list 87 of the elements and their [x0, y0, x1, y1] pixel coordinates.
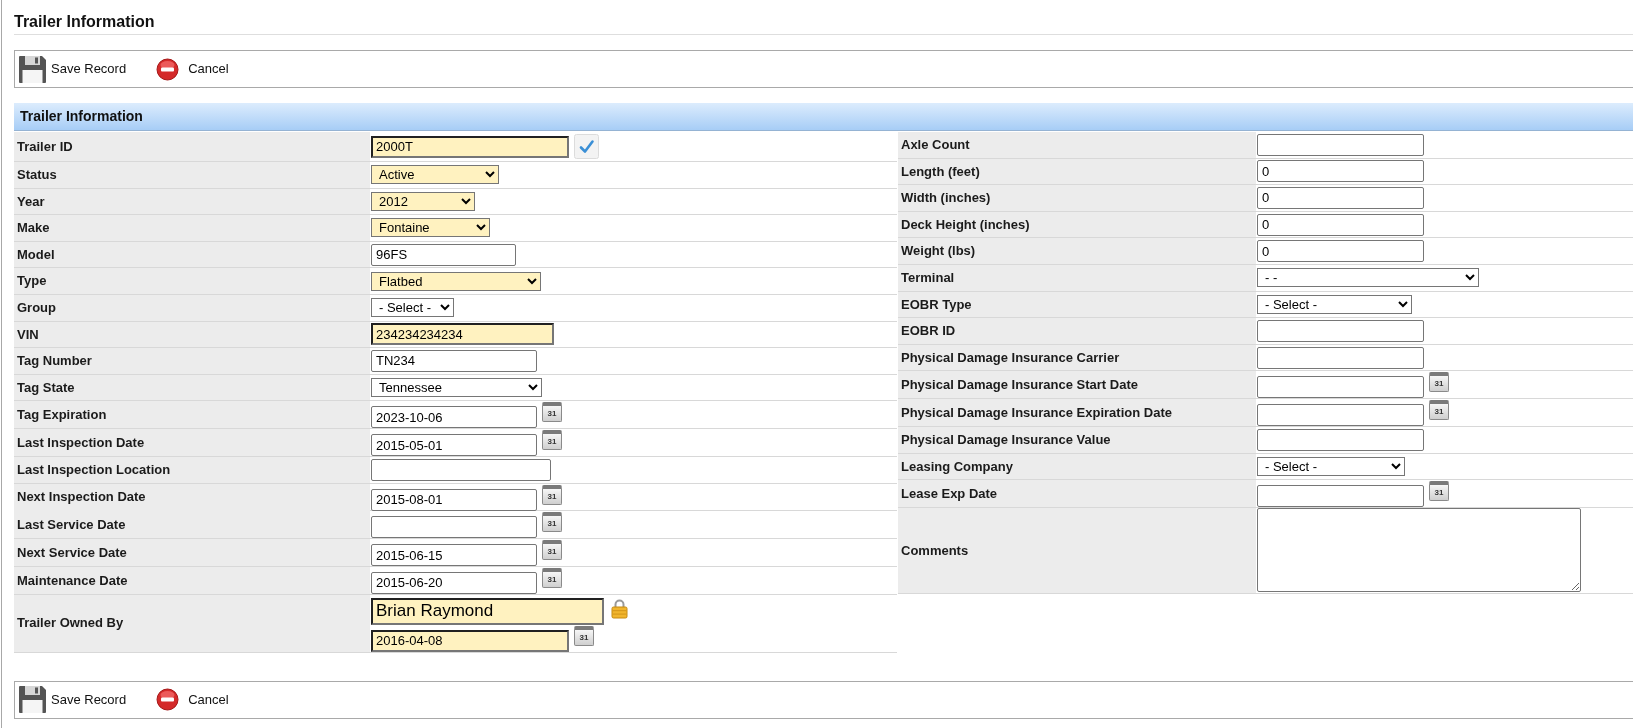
date-input[interactable]: [1257, 404, 1424, 427]
field-label: Next Inspection Date: [14, 483, 370, 511]
text-input[interactable]: 0: [1257, 213, 1424, 236]
dropdown[interactable]: - -: [1257, 268, 1479, 288]
field-label: Physical Damage Insurance Carrier: [898, 344, 1256, 371]
field-label: Group: [14, 294, 370, 321]
field-label: Last Inspection Date: [14, 429, 370, 457]
dropdown[interactable]: - Select -: [371, 298, 454, 318]
cancel-button[interactable]: Cancel: [156, 688, 229, 712]
save-button[interactable]: Save Record: [18, 54, 127, 84]
text-input[interactable]: [1257, 428, 1424, 451]
field-label: Next Service Date: [14, 539, 370, 567]
calendar-button[interactable]: 31: [542, 567, 562, 588]
field-label: VIN: [14, 321, 370, 348]
date-input[interactable]: 2016-04-08: [371, 629, 569, 652]
text-input[interactable]: 0: [1257, 240, 1424, 263]
field-label: Deck Height (inches): [898, 211, 1256, 238]
field-label: Comments: [898, 507, 1256, 593]
calendar-button[interactable]: 31: [574, 625, 594, 646]
dropdown[interactable]: Active: [371, 165, 499, 185]
field-label: Last Inspection Location: [14, 456, 370, 483]
field-label: Axle Count: [898, 132, 1256, 158]
text-input[interactable]: TN234: [371, 349, 537, 372]
dropdown[interactable]: - Select -: [1257, 456, 1405, 476]
field-label: Leasing Company: [898, 453, 1256, 480]
field-label: Status: [14, 162, 370, 188]
save-button[interactable]: Save Record: [18, 685, 127, 715]
text-input[interactable]: [1257, 319, 1424, 342]
calendar-button[interactable]: 31: [542, 402, 562, 423]
field-label: Tag Number: [14, 348, 370, 374]
calendar-button[interactable]: 31: [1429, 481, 1449, 502]
field-label: Type: [14, 268, 370, 294]
padlock-icon[interactable]: [611, 597, 628, 619]
date-input[interactable]: [1257, 376, 1424, 399]
calendar-button[interactable]: 31: [542, 512, 562, 533]
dropdown[interactable]: Fontaine: [371, 218, 490, 238]
calendar-button[interactable]: 31: [542, 430, 562, 451]
field-label: EOBR Type: [898, 291, 1256, 318]
calendar-button[interactable]: 31: [1429, 372, 1449, 393]
field-label: Maintenance Date: [14, 566, 370, 594]
date-input[interactable]: [371, 516, 537, 539]
field-label: Physical Damage Insurance Start Date: [898, 371, 1256, 399]
date-input[interactable]: 2015-06-15: [371, 544, 537, 567]
date-input[interactable]: [1257, 485, 1424, 508]
field-label: Trailer Owned By: [14, 594, 370, 652]
field-label: Lease Exp Date: [898, 480, 1256, 508]
text-input[interactable]: [1257, 133, 1424, 156]
field-label: Physical Damage Insurance Value: [898, 426, 1256, 453]
section-header: Trailer Information: [14, 103, 1633, 131]
text-area[interactable]: [1257, 507, 1581, 592]
date-input[interactable]: 2015-06-20: [371, 571, 537, 594]
field-label: Terminal: [898, 264, 1256, 291]
page-title: Trailer Information: [14, 13, 155, 30]
field-label: Model: [14, 241, 370, 268]
dropdown[interactable]: 2012: [371, 191, 475, 211]
field-label: Tag State: [14, 374, 370, 401]
field-label: Length (feet): [898, 158, 1256, 185]
calendar-button[interactable]: 31: [542, 540, 562, 561]
cancel-button[interactable]: Cancel: [156, 57, 229, 81]
no-entry-icon: [156, 57, 180, 81]
text-input[interactable]: 2000T: [371, 135, 569, 158]
text-input[interactable]: 96FS: [371, 243, 516, 266]
dropdown[interactable]: Tennessee: [371, 378, 542, 398]
dropdown[interactable]: - Select -: [1257, 294, 1412, 314]
text-input[interactable]: [371, 458, 551, 481]
date-input[interactable]: 2015-05-01: [371, 434, 537, 457]
date-input[interactable]: 2023-10-06: [371, 406, 537, 429]
date-input[interactable]: 2015-08-01: [371, 488, 537, 511]
dropdown[interactable]: Flatbed: [371, 271, 541, 291]
field-label: Physical Damage Insurance Expiration Date: [898, 399, 1256, 427]
calendar-button[interactable]: 31: [542, 484, 562, 505]
field-label: Tag Expiration: [14, 401, 370, 429]
field-label: Last Service Date: [14, 511, 370, 539]
no-entry-icon: [156, 688, 180, 712]
field-label: Year: [14, 188, 370, 215]
text-input[interactable]: [1257, 346, 1424, 369]
text-input[interactable]: Brian Raymond: [371, 597, 604, 625]
field-label: Weight (lbs): [898, 238, 1256, 264]
field-label: Make: [14, 215, 370, 241]
field-label: Width (inches): [898, 185, 1256, 211]
text-input[interactable]: 0: [1257, 187, 1424, 209]
field-label: EOBR ID: [898, 318, 1256, 344]
text-input[interactable]: 234234234234: [371, 323, 554, 346]
text-input[interactable]: 0: [1257, 160, 1424, 183]
check-icon[interactable]: [574, 134, 599, 159]
field-label: Trailer ID: [14, 132, 370, 161]
calendar-button[interactable]: 31: [1429, 400, 1449, 421]
